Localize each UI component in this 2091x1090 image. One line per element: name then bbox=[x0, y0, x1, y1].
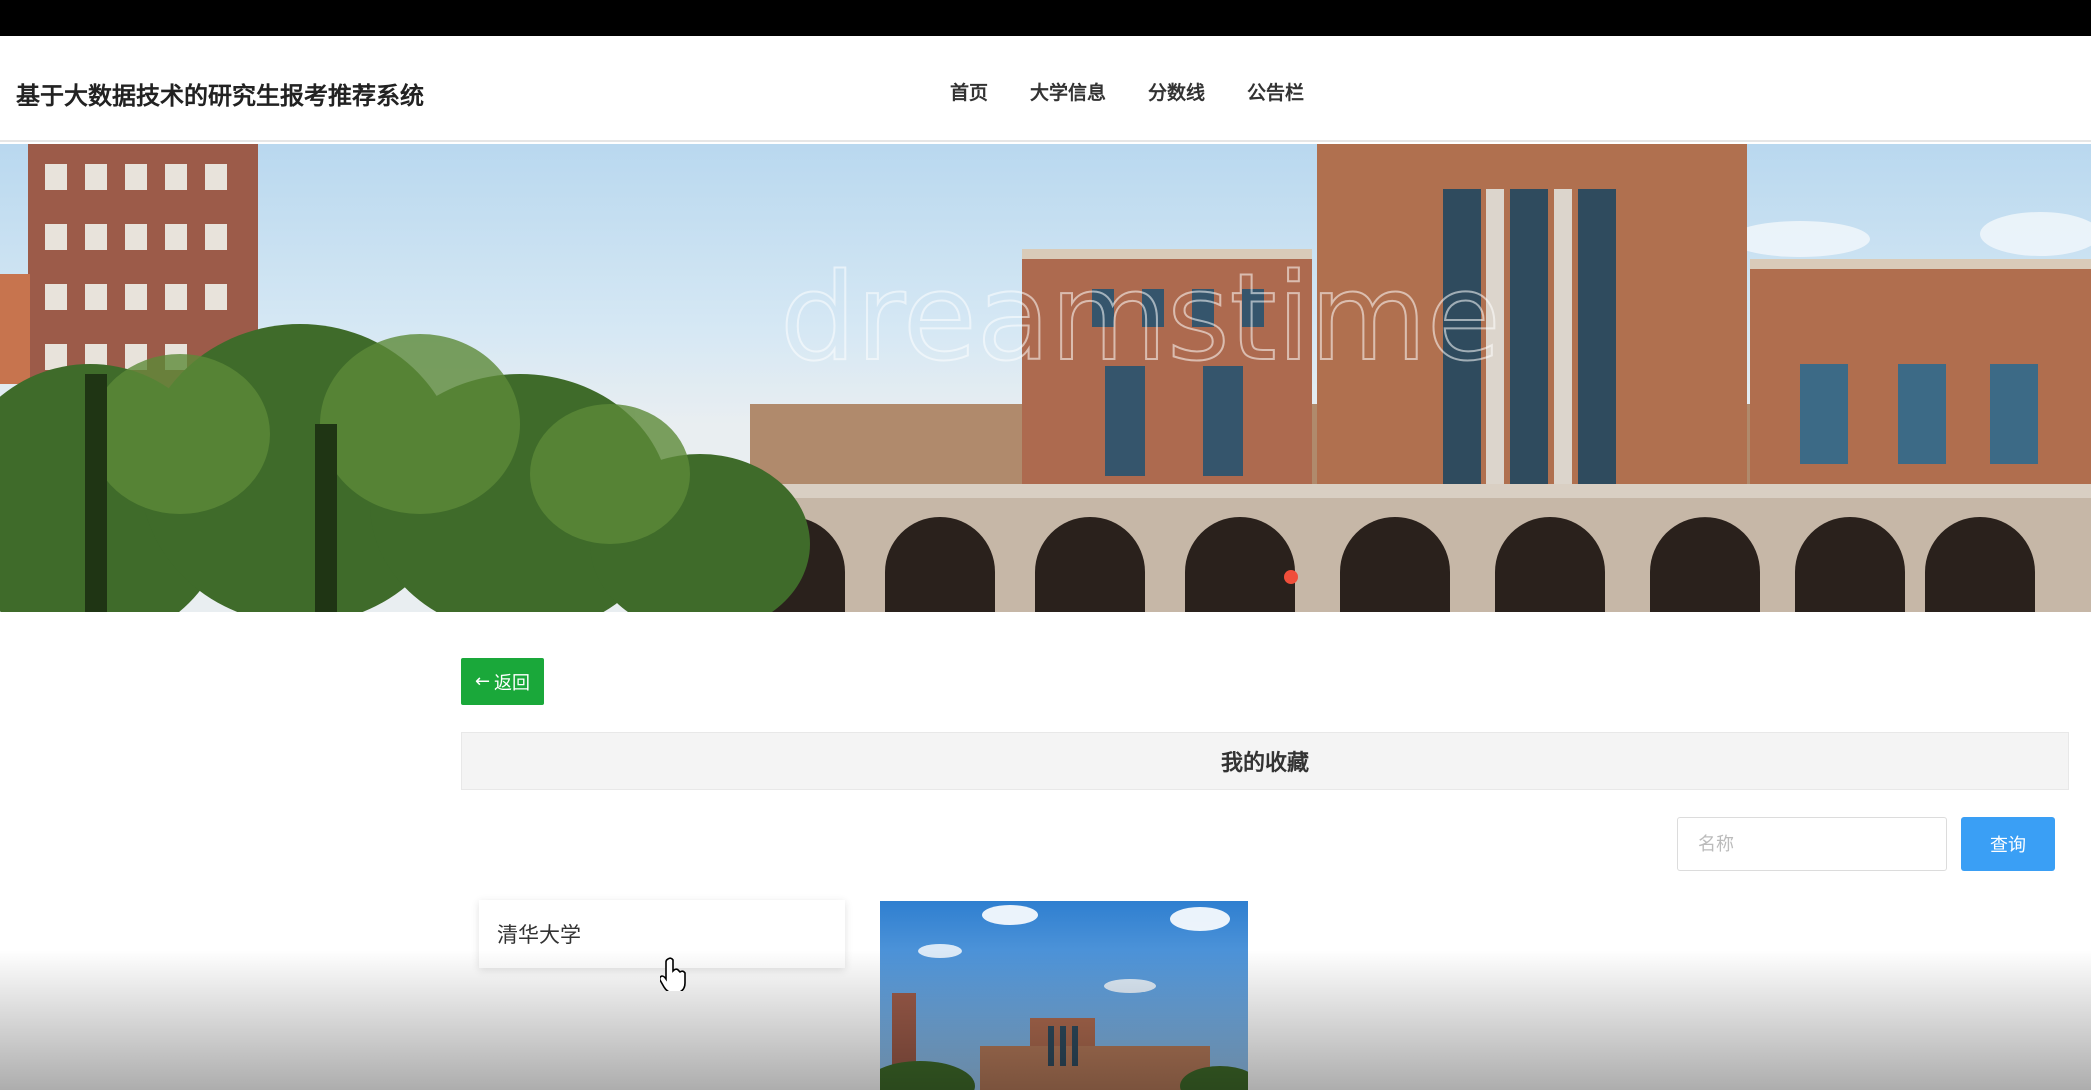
nav-item-university-info[interactable]: 大学信息 bbox=[1030, 78, 1106, 105]
nav-item-bulletin[interactable]: 公告栏 bbox=[1247, 78, 1304, 105]
top-black-bar bbox=[0, 0, 2091, 36]
site-header: 基于大数据技术的研究生报考推荐系统 首页 大学信息 分数线 公告栏 bbox=[0, 36, 2091, 142]
main-nav: 首页 大学信息 分数线 公告栏 bbox=[0, 78, 2091, 108]
nav-item-home[interactable]: 首页 bbox=[950, 78, 988, 105]
campus-building-image: dreamstime bbox=[0, 144, 2091, 612]
back-button-label: 返回 bbox=[494, 672, 531, 694]
hand-cursor-icon bbox=[658, 957, 686, 995]
arrow-left-icon: ← bbox=[474, 671, 491, 692]
watermark-text: dreamstime bbox=[780, 249, 1501, 388]
carousel-indicator-dot bbox=[1284, 570, 1298, 584]
section-title: 我的收藏 bbox=[461, 732, 2069, 790]
search-input[interactable] bbox=[1677, 817, 1947, 871]
banner-carousel[interactable]: dreamstime bbox=[0, 144, 2091, 612]
nav-item-score-line[interactable]: 分数线 bbox=[1148, 78, 1205, 105]
university-thumbnail bbox=[880, 901, 1248, 1090]
favorite-card-image[interactable] bbox=[880, 901, 1248, 1090]
back-button[interactable]: ← 返回 bbox=[461, 658, 544, 705]
search-button[interactable]: 查询 bbox=[1961, 817, 2055, 871]
favorite-name: 清华大学 bbox=[497, 923, 581, 947]
